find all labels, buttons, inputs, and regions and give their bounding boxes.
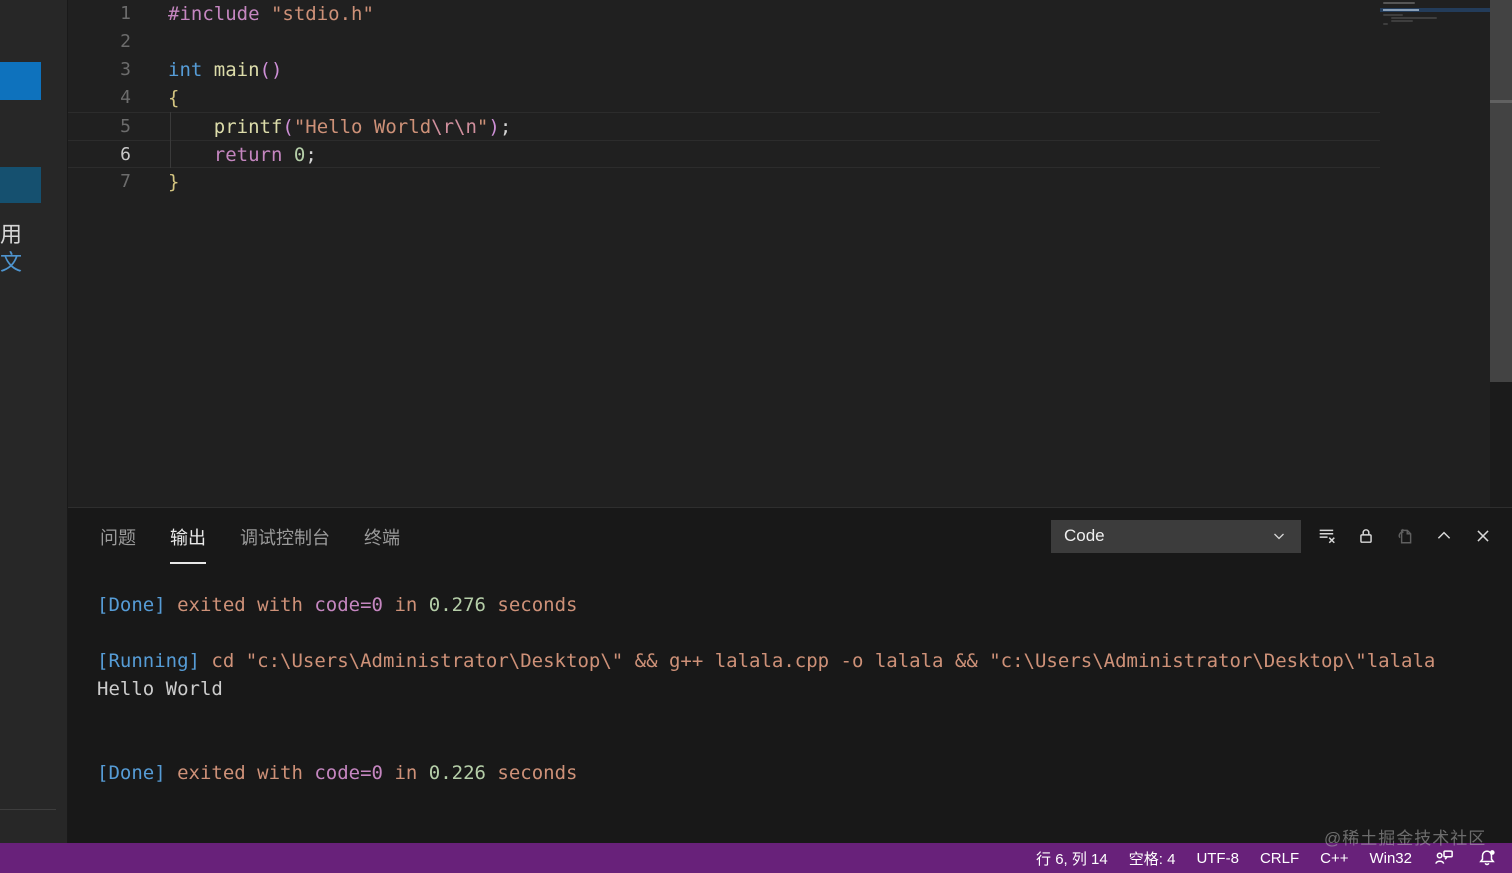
sidebar-text-fragment: 用 (0, 222, 23, 247)
output-line: Hello World (97, 678, 223, 700)
code-text: return 0; (213, 144, 317, 166)
line-number: 2 (120, 31, 131, 52)
scrollbar-marker (1490, 100, 1512, 103)
minimap-line (1383, 2, 1415, 4)
code-text: } (168, 171, 180, 193)
sidebar-link-fragment[interactable]: 文 (0, 250, 22, 276)
output-line: [Done] exited with code=0 in 0.226 secon… (97, 762, 578, 784)
panel-tabs: 问题 输出 调试控制台 终端 (100, 508, 400, 564)
status-platform-target[interactable]: Win32 (1369, 850, 1412, 867)
code-text: { (168, 87, 180, 109)
editor-lines: 1 #include "stdio.h" 2 3 int main() 4{5 print… (68, 0, 1380, 196)
editor-line-1[interactable]: 1 #include "stdio.h" (68, 0, 1380, 28)
code-text: #include "stdio.h" (168, 3, 374, 25)
sidebar: 用 文 (0, 0, 68, 843)
lock-icon[interactable] (1353, 523, 1379, 549)
code-text: int main() (168, 59, 283, 81)
line-number: 6 (120, 144, 131, 165)
code-text: printf("Hello World\r\n"); (213, 116, 512, 138)
panel-tab-2[interactable]: 输出 (170, 508, 206, 564)
sidebar-divider (0, 809, 56, 810)
open-output-in-editor-icon (1392, 523, 1418, 549)
line-number: 1 (120, 3, 131, 24)
editor-line-2[interactable]: 2 (68, 28, 1380, 56)
output-line: [Done] exited with code=0 in 0.276 secon… (97, 594, 578, 616)
line-number: 5 (120, 116, 131, 137)
output-channel-dropdown[interactable]: Code (1051, 519, 1301, 553)
bottom-panel: 问题 输出 调试控制台 终端 Code [Done] exited with code… (68, 507, 1512, 843)
line-number: 7 (120, 171, 131, 192)
minimap-line (1391, 17, 1437, 19)
output-content[interactable]: [Done] exited with code=0 in 0.276 secon… (68, 564, 1435, 787)
line-number: 3 (120, 59, 131, 80)
close-panel-icon[interactable] (1470, 523, 1496, 549)
scrollbar-slider[interactable] (1490, 0, 1512, 382)
chevron-down-icon (1266, 523, 1292, 549)
status-language-mode[interactable]: C++ (1320, 850, 1348, 867)
output-channel-value: Code (1064, 526, 1105, 545)
maximize-panel-icon[interactable] (1431, 523, 1457, 549)
indent-guide (170, 112, 171, 168)
minimap-line (1383, 23, 1388, 25)
bell-icon[interactable] (1476, 847, 1498, 869)
editor-line-4[interactable]: 4{ (68, 84, 1380, 112)
editor-line-5[interactable]: 5 printf("Hello World\r\n"); (68, 112, 1380, 140)
editor-line-3[interactable]: 3 int main() (68, 56, 1380, 84)
watermark: @稀土掘金技术社区 (1324, 829, 1487, 848)
minimap-line (1383, 9, 1419, 11)
panel-tab-4[interactable]: 终端 (364, 508, 400, 564)
panel-actions: Code (1051, 508, 1496, 564)
editor-line-6[interactable]: 6 return 0; (68, 140, 1380, 168)
line-number: 4 (120, 87, 131, 108)
code-editor[interactable]: 1 #include "stdio.h" 2 3 int main() 4{5 print… (68, 0, 1512, 507)
status-cursor-position[interactable]: 行 6, 列 14 (1036, 848, 1108, 869)
status-eol-sequence[interactable]: CRLF (1260, 850, 1299, 867)
editor-line-7[interactable]: 7} (68, 168, 1380, 196)
editor-scrollbar[interactable] (1490, 0, 1512, 507)
minimap-line (1383, 14, 1403, 16)
minimap[interactable] (1380, 0, 1490, 44)
minimap-line (1391, 20, 1413, 22)
clear-output-icon[interactable] (1314, 523, 1340, 549)
panel-tab-1[interactable]: 问题 (100, 508, 136, 564)
sidebar-blue-button-fragment-2[interactable] (0, 167, 41, 203)
output-line: [Running] cd "c:\Users\Administrator\Des… (97, 650, 1436, 672)
status-bar: 行 6, 列 14 空格: 4 UTF-8 CRLF C++ Win32 (0, 843, 1512, 873)
sidebar-blue-button-fragment[interactable] (0, 62, 41, 100)
status-indentation[interactable]: 空格: 4 (1129, 848, 1176, 869)
status-encoding[interactable]: UTF-8 (1196, 850, 1239, 867)
feedback-icon[interactable] (1433, 847, 1455, 869)
panel-tab-3[interactable]: 调试控制台 (240, 508, 330, 564)
